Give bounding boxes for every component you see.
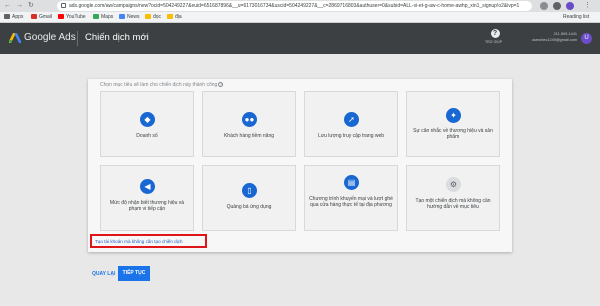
tile-label: Tạo một chiến dịch mà không cần hướng dẫ…	[415, 198, 491, 210]
help-label: TRỢ GIÚP	[485, 40, 503, 44]
bookmarks-bar: Apps Gmail YouTube Maps News đọc địa Rea…	[0, 12, 600, 23]
bookmark-gmail[interactable]: Gmail	[31, 13, 52, 22]
tile-label: Quảng bá ứng dụng	[226, 204, 272, 210]
header-divider	[77, 31, 78, 46]
tag-icon: ◆	[140, 112, 155, 127]
bookmark-dia[interactable]: địa	[167, 13, 182, 22]
avatar[interactable]: U	[581, 33, 592, 44]
forward-arrow-icon[interactable]: →	[16, 2, 23, 10]
bookmark-apps[interactable]: Apps	[4, 13, 23, 22]
bookmark-doc[interactable]: đọc	[145, 13, 161, 22]
bookmark-news[interactable]: News	[119, 13, 140, 22]
tile-label: Chương trình khuyến mại và lượt ghé qua …	[309, 196, 393, 208]
menu-icon[interactable]: ⋮	[584, 2, 591, 10]
objective-card: Chọn mục tiêu sẽ làm cho chiến dịch này …	[88, 79, 512, 252]
skip-campaign-link[interactable]: Tạo tài khoản mà không cần tạo chiến dịc…	[95, 239, 183, 244]
extension-icon[interactable]	[540, 2, 548, 10]
objective-tile-leads[interactable]: ●● Khách hàng tiềm năng	[202, 91, 296, 157]
puzzle-icon[interactable]	[553, 2, 561, 10]
store-icon: ▤	[344, 175, 359, 190]
tile-label: Doanh số	[136, 133, 158, 139]
reading-list[interactable]: Reading list	[563, 13, 589, 22]
objective-tile-consideration[interactable]: ✦ Sự cân nhắc về thương hiệu và sản phẩm	[406, 91, 500, 157]
page-title: Chiến dịch mới	[85, 32, 149, 43]
objective-tile-app-promotion[interactable]: ▯ Quảng bá ứng dụng	[202, 165, 296, 231]
tile-label: Sự cân nhắc về thương hiệu và sản phẩm	[413, 128, 493, 140]
back-button[interactable]: QUAY LẠI	[92, 271, 115, 277]
back-arrow-icon[interactable]: ←	[4, 2, 11, 10]
help-icon: ?	[490, 29, 500, 38]
tile-label: Khách hàng tiềm năng	[223, 133, 275, 139]
objective-tile-awareness[interactable]: ◀ Mức độ nhận biết thương hiệu và phạm v…	[100, 165, 194, 231]
browser-toolbar: ← → ↻ ads.google.com/aw/campaigns/new?oc…	[0, 0, 600, 12]
ads-header: Google Ads Chiến dịch mới ? TRỢ GIÚP 211…	[0, 23, 600, 54]
objective-tile-website-traffic[interactable]: ➚ Lưu lượng truy cập trang web	[304, 91, 398, 157]
url-text: ads.google.com/aw/campaigns/new?ocid=504…	[69, 3, 520, 9]
reload-icon[interactable]: ↻	[28, 2, 34, 10]
apps-icon	[4, 14, 10, 19]
product-name: Google Ads	[24, 32, 76, 43]
objective-prompt: Chọn mục tiêu sẽ làm cho chiến dịch này …	[100, 82, 224, 88]
objective-tile-local-store[interactable]: ▤ Chương trình khuyến mại và lượt ghé qu…	[304, 165, 398, 231]
account-info[interactable]: 211-509-1441 usercheu1249@gmail.com	[522, 31, 577, 43]
info-icon[interactable]: ?	[218, 82, 224, 87]
account-email: usercheu1249@gmail.com	[531, 38, 577, 42]
people-icon: ●●	[242, 112, 257, 127]
gmail-icon	[31, 14, 37, 19]
bookmark-star-icon	[167, 14, 173, 19]
tile-label: Mức độ nhận biết thương hiệu và phạm vi …	[109, 200, 185, 212]
help-button[interactable]: ? TRỢ GIÚP	[485, 29, 502, 44]
google-ads-logo-icon[interactable]	[9, 33, 21, 43]
objective-tile-no-goal[interactable]: ⚙ Tạo một chiến dịch mà không cần hướng …	[406, 165, 500, 231]
cursor-icon: ➚	[344, 112, 359, 127]
skip-campaign-highlight: Tạo tài khoản mà không cần tạo chiến dịc…	[90, 234, 207, 248]
bookmark-maps[interactable]: Maps	[93, 13, 113, 22]
sparkle-icon: ✦	[446, 108, 461, 123]
objective-tile-sales[interactable]: ◆ Doanh số	[100, 91, 194, 157]
tile-label: Lưu lượng truy cập trang web	[317, 133, 385, 139]
news-icon	[119, 14, 125, 19]
continue-button[interactable]: TIẾP TỤC	[118, 266, 150, 281]
bookmark-star-icon	[145, 14, 151, 19]
speaker-icon: ◀	[140, 179, 155, 194]
youtube-icon	[58, 14, 64, 19]
profile-icon[interactable]	[566, 2, 574, 10]
maps-icon	[93, 14, 99, 19]
lock-icon	[61, 3, 66, 8]
gear-icon: ⚙	[446, 177, 461, 192]
address-bar[interactable]: ads.google.com/aw/campaigns/new?ocid=504…	[57, 1, 532, 11]
phone-icon: ▯	[242, 183, 257, 198]
bookmark-youtube[interactable]: YouTube	[58, 13, 86, 22]
